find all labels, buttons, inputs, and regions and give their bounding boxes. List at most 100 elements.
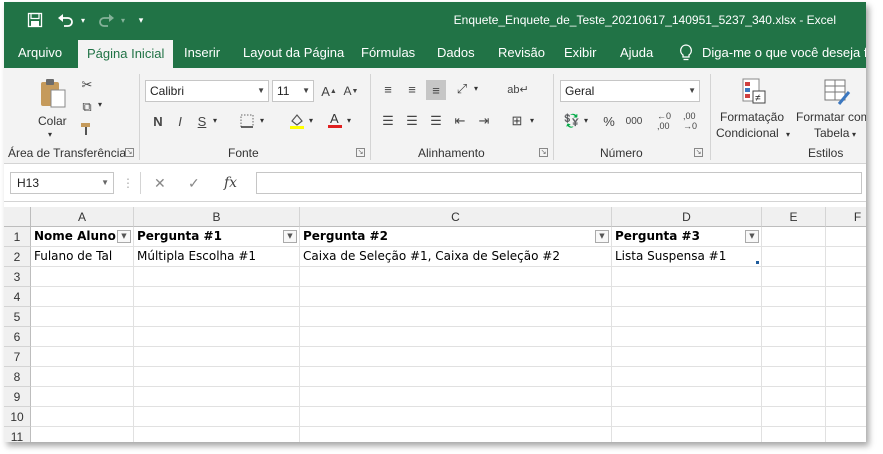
borders-dropdown-icon[interactable]: ▾: [260, 116, 264, 125]
cell-f2[interactable]: [826, 247, 866, 267]
number-format-select[interactable]: Geral ▼: [560, 80, 700, 102]
increase-indent-icon[interactable]: ⇥: [474, 112, 494, 130]
align-bottom-icon[interactable]: ≡: [426, 80, 446, 100]
column-header-d[interactable]: D: [612, 207, 762, 227]
tab-revisao[interactable]: Revisão: [494, 38, 549, 68]
cell-a10[interactable]: [31, 407, 134, 427]
tab-pagina-inicial[interactable]: Página Inicial: [78, 40, 174, 68]
orientation-dropdown-icon[interactable]: ▾: [474, 84, 478, 93]
filter-dropdown-icon[interactable]: ▼: [745, 230, 759, 243]
merge-center-icon[interactable]: ⊞: [507, 112, 527, 130]
table-resize-handle[interactable]: [756, 261, 759, 264]
orientation-icon[interactable]: ⤢: [452, 80, 472, 98]
cell-e4[interactable]: [762, 287, 826, 307]
cell-b11[interactable]: [134, 427, 300, 442]
row-header[interactable]: 4: [4, 287, 31, 307]
cell-c5[interactable]: [300, 307, 612, 327]
insert-function-icon[interactable]: fx: [224, 172, 237, 194]
borders-icon[interactable]: [238, 112, 256, 130]
cell-b9[interactable]: [134, 387, 300, 407]
cell-c1[interactable]: Pergunta #2 ▼: [300, 227, 612, 247]
cell-d4[interactable]: [612, 287, 762, 307]
redo-icon[interactable]: [94, 10, 118, 30]
cell-e8[interactable]: [762, 367, 826, 387]
cell-f10[interactable]: [826, 407, 866, 427]
merge-dropdown-icon[interactable]: ▾: [530, 116, 534, 125]
cell-b10[interactable]: [134, 407, 300, 427]
cell-d7[interactable]: [612, 347, 762, 367]
cell-f7[interactable]: [826, 347, 866, 367]
filter-dropdown-icon[interactable]: ▼: [283, 230, 297, 243]
align-center-icon[interactable]: ☰: [402, 112, 422, 130]
decrease-font-size-icon[interactable]: A ▼: [342, 82, 360, 100]
cell-b8[interactable]: [134, 367, 300, 387]
clipboard-launcher-icon[interactable]: ↘: [125, 148, 134, 157]
conditional-formatting-label-1[interactable]: Formatação: [720, 110, 784, 124]
row-header[interactable]: 10: [4, 407, 31, 427]
cell-c8[interactable]: [300, 367, 612, 387]
save-icon[interactable]: [24, 10, 46, 30]
cell-c10[interactable]: [300, 407, 612, 427]
column-header-b[interactable]: B: [134, 207, 300, 227]
tab-dados[interactable]: Dados: [433, 38, 479, 68]
cell-f1[interactable]: [826, 227, 866, 247]
cell-c4[interactable]: [300, 287, 612, 307]
name-box[interactable]: H13 ▼: [10, 172, 114, 194]
number-launcher-icon[interactable]: ↘: [694, 148, 703, 157]
cell-b3[interactable]: [134, 267, 300, 287]
cell-a9[interactable]: [31, 387, 134, 407]
cell-d8[interactable]: [612, 367, 762, 387]
comma-style-icon[interactable]: 000: [622, 112, 646, 130]
row-header[interactable]: 8: [4, 367, 31, 387]
cell-e1[interactable]: [762, 227, 826, 247]
cell-a2[interactable]: Fulano de Tal: [31, 247, 134, 267]
row-header[interactable]: 9: [4, 387, 31, 407]
tab-formulas[interactable]: Fórmulas: [357, 38, 419, 68]
format-as-table-dropdown-icon[interactable]: ▾: [852, 130, 856, 139]
filter-dropdown-icon[interactable]: ▼: [595, 230, 609, 243]
cancel-icon[interactable]: ✕: [154, 172, 166, 194]
cell-d2[interactable]: Lista Suspensa #1: [612, 247, 762, 267]
cell-c11[interactable]: [300, 427, 612, 442]
cell-c6[interactable]: [300, 327, 612, 347]
cell-f5[interactable]: [826, 307, 866, 327]
tell-me-search[interactable]: Diga-me o que você deseja fazer: [702, 38, 866, 68]
column-header-f[interactable]: F: [826, 207, 866, 227]
cell-c3[interactable]: [300, 267, 612, 287]
paste-label[interactable]: Colar: [38, 114, 67, 128]
conditional-dropdown-icon[interactable]: ▾: [786, 130, 790, 139]
filter-dropdown-icon[interactable]: ▼: [117, 230, 131, 243]
cell-d1[interactable]: Pergunta #3 ▼: [612, 227, 762, 247]
bold-icon[interactable]: N: [149, 112, 167, 130]
paste-dropdown-icon[interactable]: ▾: [48, 130, 52, 139]
cell-f4[interactable]: [826, 287, 866, 307]
format-as-table-label-2[interactable]: Tabela: [814, 126, 849, 140]
fill-color-dropdown-icon[interactable]: ▾: [309, 116, 313, 125]
conditional-formatting-icon[interactable]: ≠: [740, 76, 768, 108]
cell-e5[interactable]: [762, 307, 826, 327]
font-color-icon[interactable]: A: [325, 110, 345, 130]
row-header[interactable]: 3: [4, 267, 31, 287]
cell-f6[interactable]: [826, 327, 866, 347]
cell-b2[interactable]: Múltipla Escolha #1: [134, 247, 300, 267]
row-header[interactable]: 11: [4, 427, 31, 442]
cell-e9[interactable]: [762, 387, 826, 407]
cell-e3[interactable]: [762, 267, 826, 287]
cell-d9[interactable]: [612, 387, 762, 407]
accounting-dropdown-icon[interactable]: ▾: [584, 116, 588, 125]
wrap-text-icon[interactable]: ab↵: [507, 78, 529, 100]
redo-dropdown-icon[interactable]: ▾: [118, 10, 128, 30]
cell-f9[interactable]: [826, 387, 866, 407]
cell-a4[interactable]: [31, 287, 134, 307]
cell-b6[interactable]: [134, 327, 300, 347]
cell-b1[interactable]: Pergunta #1 ▼: [134, 227, 300, 247]
italic-icon[interactable]: I: [171, 112, 189, 130]
increase-decimal-icon[interactable]: ←0,00: [652, 110, 676, 132]
cell-c9[interactable]: [300, 387, 612, 407]
cut-icon[interactable]: ✂: [78, 76, 96, 94]
cell-a6[interactable]: [31, 327, 134, 347]
row-header[interactable]: 2: [4, 247, 31, 267]
enter-icon[interactable]: ✓: [188, 172, 200, 194]
cell-c2[interactable]: Caixa de Seleção #1, Caixa de Seleção #2: [300, 247, 612, 267]
cell-e6[interactable]: [762, 327, 826, 347]
